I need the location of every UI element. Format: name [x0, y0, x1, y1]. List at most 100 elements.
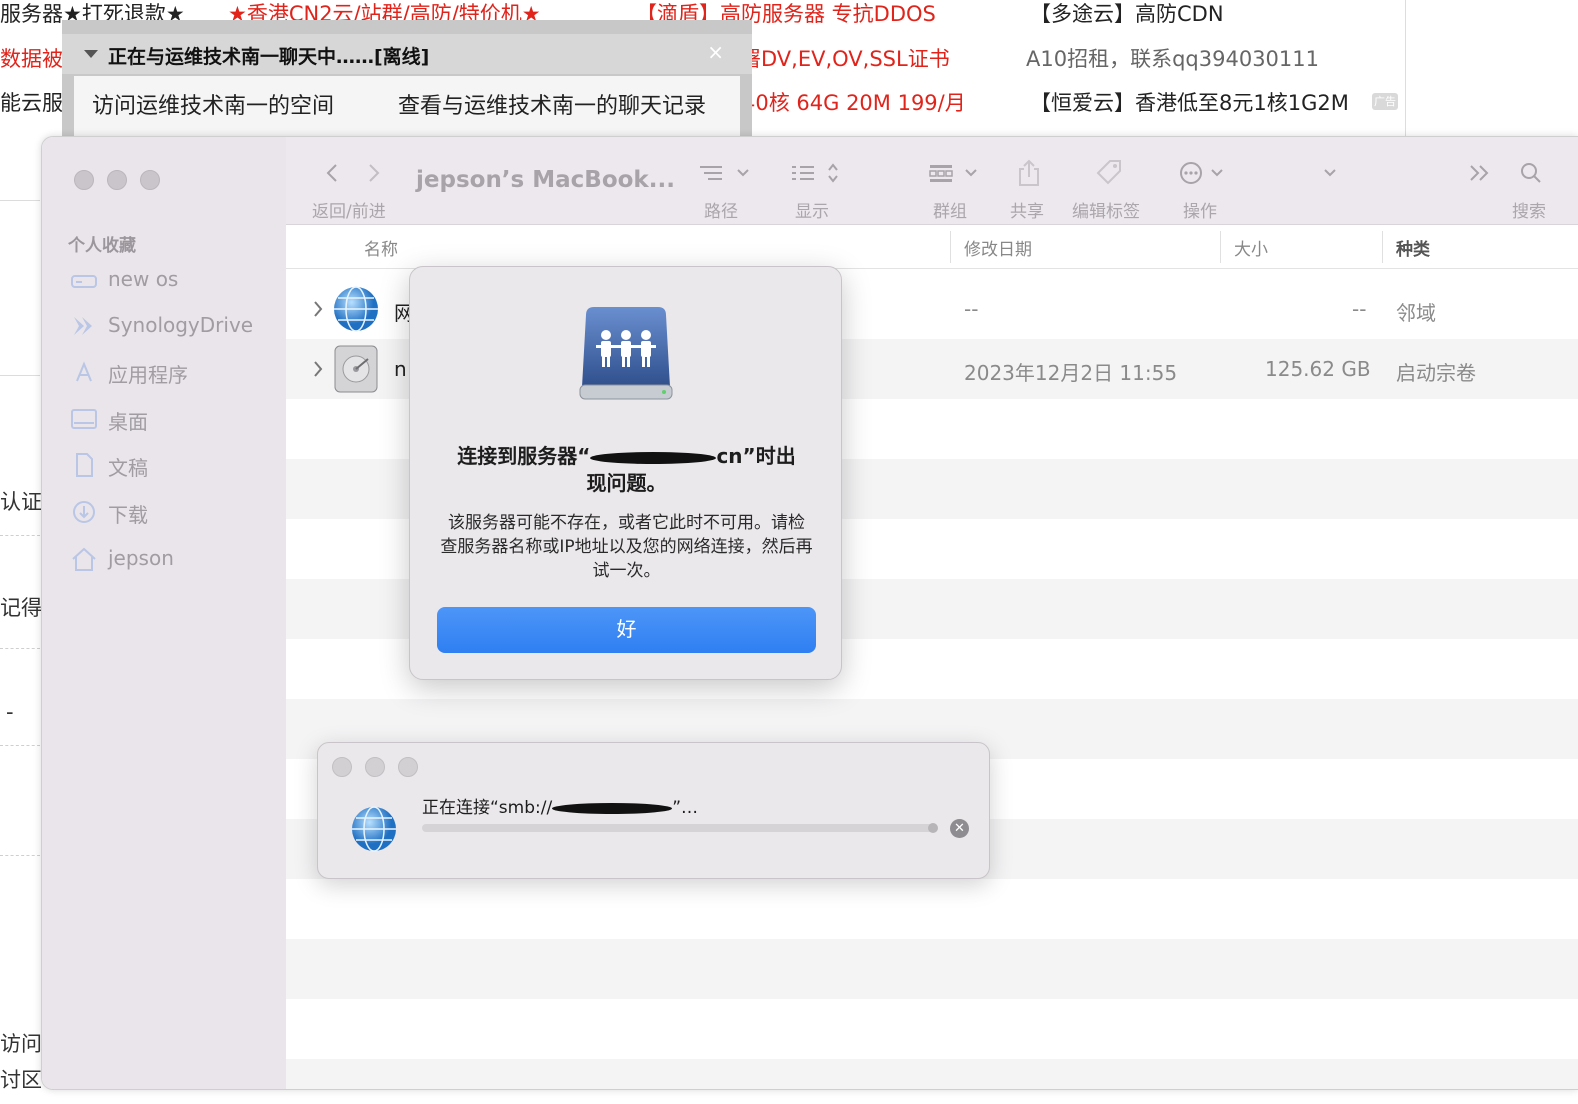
sidebar-item-label: 下载	[108, 503, 148, 527]
chat-body: 访问运维技术南一的空间 查看与运维技术南一的聊天记录	[74, 76, 740, 136]
chevron-down-icon[interactable]	[1322, 159, 1338, 187]
minimize-window-button[interactable]	[107, 170, 127, 190]
connecting-status: 正在连接“smb:// ”…	[422, 793, 698, 818]
ad-link[interactable]: 【恒爱云】香港低至8元1核1G2M	[1030, 93, 1349, 114]
shared-server-icon	[579, 307, 673, 400]
sidebar-item-label: jepson	[108, 546, 174, 570]
divider	[0, 200, 40, 201]
collapse-triangle-icon[interactable]	[84, 50, 98, 58]
redacted-server-address	[552, 799, 673, 817]
home-icon	[72, 547, 96, 571]
group-icon[interactable]	[928, 159, 984, 187]
sidebar-item-label: new os	[108, 267, 179, 291]
zoom-window-button[interactable]	[140, 170, 160, 190]
ad-badge: 广告	[1372, 93, 1398, 110]
divider	[1382, 231, 1383, 263]
sidebar-item-label: 文稿	[108, 456, 148, 480]
path-icon[interactable]	[698, 159, 754, 187]
empty-row	[286, 1059, 1578, 1089]
chat-title-bar[interactable]: 正在与运维技术南一聊天中……[离线] ×	[62, 34, 752, 74]
left-strip-text: 讨区	[0, 1068, 42, 1092]
share-icon[interactable]	[1016, 159, 1042, 187]
ad-link[interactable]: 署DV,EV,OV,SSL证书	[740, 49, 950, 70]
ad-link[interactable]: 40核 64G 20M 199/月	[742, 93, 966, 114]
close-window-button[interactable]	[74, 170, 94, 190]
divider	[950, 231, 951, 263]
sidebar-item-synologydrive[interactable]: SynologyDrive	[70, 309, 280, 343]
visit-space-link[interactable]: 访问运维技术南一的空间	[92, 88, 334, 120]
column-kind[interactable]: 种类	[1396, 235, 1430, 260]
close-icon[interactable]: ×	[707, 40, 724, 64]
file-name: n	[394, 357, 407, 381]
search-icon[interactable]	[1518, 159, 1544, 187]
forward-icon[interactable]	[366, 159, 382, 187]
ok-button[interactable]: 好	[437, 607, 816, 653]
left-strip-text: 记得	[0, 596, 42, 620]
dialog-message: 该服务器可能不存在，或者它此时不可用。请检查服务器名称或IP地址以及您的网络连接…	[440, 513, 813, 581]
file-kind: 邻域	[1396, 301, 1436, 325]
divider	[0, 375, 40, 376]
dialog-title: 连接到服务器“ cn”时出 现问题。	[440, 443, 813, 497]
disclosure-chevron-icon[interactable]	[312, 299, 324, 319]
path-label: 路径	[704, 202, 738, 222]
file-modified: 2023年12月2日 11:55	[964, 361, 1178, 385]
chat-title: 正在与运维技术南一聊天中……[离线]	[108, 46, 430, 68]
action-label: 操作	[1183, 202, 1217, 222]
close-window-button[interactable]	[332, 757, 352, 777]
dialog-title-suffix: cn”时出	[716, 444, 796, 468]
sidebar-item-downloads[interactable]: 下载	[70, 495, 280, 529]
network-globe-icon	[352, 806, 396, 852]
column-size[interactable]: 大小	[1234, 235, 1268, 260]
divider	[0, 535, 40, 536]
sidebar-item-label: SynologyDrive	[108, 313, 254, 337]
divider	[0, 745, 40, 746]
sidebar-item-label: 桌面	[108, 410, 148, 434]
tags-label: 编辑标签	[1072, 202, 1140, 222]
zoom-window-button[interactable]	[398, 757, 418, 777]
left-strip-text: 访问	[0, 1032, 42, 1056]
connecting-text-suffix: ”…	[672, 798, 699, 818]
progress-indicator	[928, 823, 938, 833]
finder-toolbar: 返回/前进 jepson’s MacBook... 路径 显示 群组 共享 编辑…	[286, 137, 1578, 225]
sidebar-item-desktop[interactable]: 桌面	[70, 402, 280, 436]
connection-progress-bar	[422, 823, 938, 833]
connection-error-dialog: 连接到服务器“ cn”时出 现问题。 该服务器可能不存在，或者它此时不可用。请检查…	[409, 266, 842, 680]
applications-icon	[76, 361, 92, 382]
view-list-icon[interactable]	[790, 159, 846, 187]
tag-icon[interactable]	[1094, 159, 1124, 187]
disclosure-chevron-icon[interactable]	[312, 359, 324, 379]
finder-sidebar: 个人收藏 new os SynologyDrive 应用程序 桌面 文稿 下载 …	[42, 137, 286, 1089]
sidebar-heading: 个人收藏	[68, 236, 136, 256]
file-size: 125.62 GB	[1265, 357, 1371, 381]
minimize-window-button[interactable]	[365, 757, 385, 777]
file-kind: 启动宗卷	[1396, 361, 1476, 385]
action-icon[interactable]	[1178, 159, 1234, 187]
dialog-title-prefix: 连接到服务器“	[457, 444, 591, 468]
back-icon[interactable]	[324, 159, 340, 187]
left-strip-text: 认证	[0, 490, 42, 514]
ad-link[interactable]: A10招租，联系qq394030111	[1026, 49, 1319, 70]
sidebar-item-documents[interactable]: 文稿	[70, 448, 280, 482]
column-name[interactable]: 名称	[364, 235, 398, 260]
empty-row	[286, 939, 1578, 999]
connecting-text-prefix: 正在连接“smb://	[422, 798, 553, 818]
disk-icon	[71, 275, 97, 288]
divider	[1405, 0, 1406, 136]
left-strip-text: -	[6, 700, 14, 724]
share-label: 共享	[1010, 202, 1044, 222]
column-modified[interactable]: 修改日期	[964, 235, 1032, 260]
sidebar-item-new-os[interactable]: new os	[70, 263, 280, 297]
sidebar-item-label: 应用程序	[108, 363, 188, 387]
chat-history-link[interactable]: 查看与运维技术南一的聊天记录	[398, 88, 706, 120]
hard-drive-icon	[334, 345, 378, 393]
sidebar-item-home[interactable]: jepson	[70, 542, 280, 576]
network-globe-icon	[334, 286, 378, 332]
cancel-connection-icon[interactable]: ✕	[950, 819, 969, 838]
sidebar-item-applications[interactable]: 应用程序	[70, 355, 280, 389]
more-toolbar-icon[interactable]	[1468, 159, 1492, 187]
chat-popup: 正在与运维技术南一聊天中……[离线] × 访问运维技术南一的空间 查看与运维技术…	[62, 20, 752, 136]
divider	[0, 855, 40, 856]
redacted-server-name	[590, 448, 717, 468]
empty-row	[286, 999, 1578, 1059]
ad-link[interactable]: 【多途云】高防CDN	[1030, 4, 1224, 25]
